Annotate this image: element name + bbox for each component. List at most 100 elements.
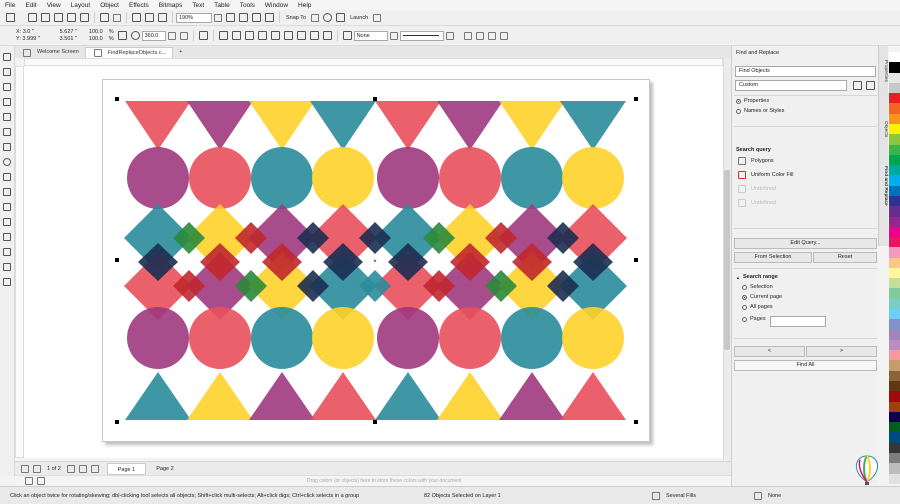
color-swatch[interactable] [889, 319, 900, 330]
color-swatch[interactable] [889, 452, 900, 464]
color-swatch[interactable] [889, 195, 900, 207]
color-swatch[interactable] [889, 329, 900, 340]
selection-handle[interactable] [373, 97, 377, 101]
circle-shape[interactable] [562, 307, 624, 369]
circle-shape[interactable] [377, 147, 439, 209]
triangle-shape[interactable] [125, 372, 191, 420]
save-icon[interactable] [866, 81, 875, 90]
color-swatch[interactable] [889, 278, 900, 289]
preset-select[interactable]: Custom [735, 80, 847, 91]
color-swatch[interactable] [889, 267, 900, 279]
find-next-button[interactable]: > [806, 346, 877, 357]
triangle-shape[interactable] [187, 372, 253, 420]
circle-shape[interactable] [312, 147, 374, 209]
color-swatch[interactable] [889, 134, 900, 145]
last-page-icon[interactable] [78, 464, 87, 473]
pages-input[interactable] [770, 316, 826, 327]
color-swatch[interactable] [889, 288, 900, 299]
circle-shape[interactable] [312, 307, 374, 369]
color-swatch[interactable] [889, 206, 900, 217]
tab-find-and-replace[interactable]: Find and Replace [880, 166, 888, 206]
color-swatch[interactable] [889, 185, 900, 196]
color-swatch[interactable] [889, 113, 900, 124]
triangle-shape[interactable] [560, 101, 626, 150]
color-swatch[interactable] [889, 144, 900, 155]
color-swatch[interactable] [889, 442, 900, 453]
circle-shape[interactable] [251, 147, 313, 209]
circle-shape[interactable] [439, 307, 501, 369]
circle-shape[interactable] [562, 147, 624, 209]
circle-shape[interactable] [439, 147, 501, 209]
triangle-shape[interactable] [310, 101, 376, 150]
radio-properties[interactable]: Properties [736, 98, 875, 104]
color-swatch[interactable] [889, 463, 900, 474]
triangle-shape[interactable] [375, 372, 441, 420]
range-all-pages[interactable]: All pages [742, 304, 881, 310]
document-palette-bar[interactable]: Drag colors (or objects) here to store t… [15, 475, 731, 486]
page-tab-1[interactable]: Page 1 [106, 462, 147, 475]
find-mode-select[interactable]: Find Objects [735, 66, 876, 77]
selection-handle[interactable] [115, 258, 119, 262]
color-swatch[interactable] [889, 411, 900, 423]
color-swatch[interactable] [889, 370, 900, 381]
collapse-icon[interactable]: ▲ [736, 275, 740, 280]
triangle-shape[interactable] [437, 372, 503, 420]
close-icon[interactable] [865, 49, 873, 57]
selection-center-marker[interactable]: × [373, 259, 377, 265]
circle-shape[interactable] [189, 147, 251, 209]
selection-handle[interactable] [373, 420, 377, 424]
triangle-shape[interactable] [437, 101, 503, 150]
reset-button[interactable]: Reset [813, 252, 877, 263]
circle-shape[interactable] [501, 147, 563, 209]
open-folder-icon[interactable] [853, 81, 862, 90]
color-swatch[interactable] [889, 175, 900, 186]
eyedropper-icon[interactable] [25, 477, 33, 485]
circle-shape[interactable] [127, 307, 189, 369]
triangle-shape[interactable] [375, 101, 441, 150]
from-selection-button[interactable]: From Selection [734, 252, 812, 263]
circle-shape[interactable] [127, 147, 189, 209]
tab-properties[interactable]: Properties [880, 60, 888, 82]
range-current-page[interactable]: Current page [742, 294, 881, 300]
triangle-shape[interactable] [187, 101, 253, 150]
selection-handle[interactable] [634, 97, 638, 101]
color-swatch[interactable] [889, 401, 900, 412]
color-swatch[interactable] [889, 257, 900, 268]
color-swatch[interactable] [889, 381, 900, 392]
page-tab-2[interactable]: Page 2 [146, 463, 183, 475]
next-page-icon[interactable] [66, 464, 75, 473]
triangle-shape[interactable] [249, 101, 315, 150]
color-swatch[interactable] [889, 350, 900, 361]
triangle-shape[interactable] [249, 372, 315, 420]
color-swatch[interactable] [889, 391, 900, 402]
triangle-shape[interactable] [125, 101, 191, 150]
query-polygons[interactable]: Polygons [736, 157, 875, 165]
circle-shape[interactable] [501, 307, 563, 369]
triangle-shape[interactable] [310, 372, 376, 420]
prev-page-icon[interactable] [33, 464, 41, 473]
color-swatch[interactable] [889, 473, 900, 484]
color-swatch[interactable] [889, 216, 900, 227]
selection-handle[interactable] [115, 97, 119, 101]
find-all-button[interactable]: Find All [734, 360, 877, 371]
color-swatch[interactable] [889, 72, 900, 83]
color-swatch[interactable] [889, 422, 900, 433]
query-undefined-1[interactable]: Undefined [736, 185, 875, 193]
color-swatch[interactable] [889, 226, 900, 238]
query-uniform-fill[interactable]: Uniform Color Fill [736, 171, 875, 179]
triangle-shape[interactable] [499, 372, 565, 420]
color-swatch[interactable] [889, 93, 900, 104]
add-page-icon[interactable] [90, 464, 99, 473]
selection-handle[interactable] [115, 420, 119, 424]
first-page-icon[interactable] [21, 464, 29, 473]
radio-names-styles[interactable]: Names or Styles [736, 108, 875, 114]
color-swatch[interactable] [889, 52, 900, 63]
query-undefined-2[interactable]: Undefined [736, 199, 875, 207]
color-swatch[interactable] [889, 432, 900, 443]
color-swatch[interactable] [889, 247, 900, 258]
triangle-shape[interactable] [499, 101, 565, 150]
tab-objects[interactable]: Objects [880, 121, 888, 137]
color-swatch[interactable] [889, 82, 900, 94]
circle-shape[interactable] [251, 307, 313, 369]
selection-handle[interactable] [634, 420, 638, 424]
